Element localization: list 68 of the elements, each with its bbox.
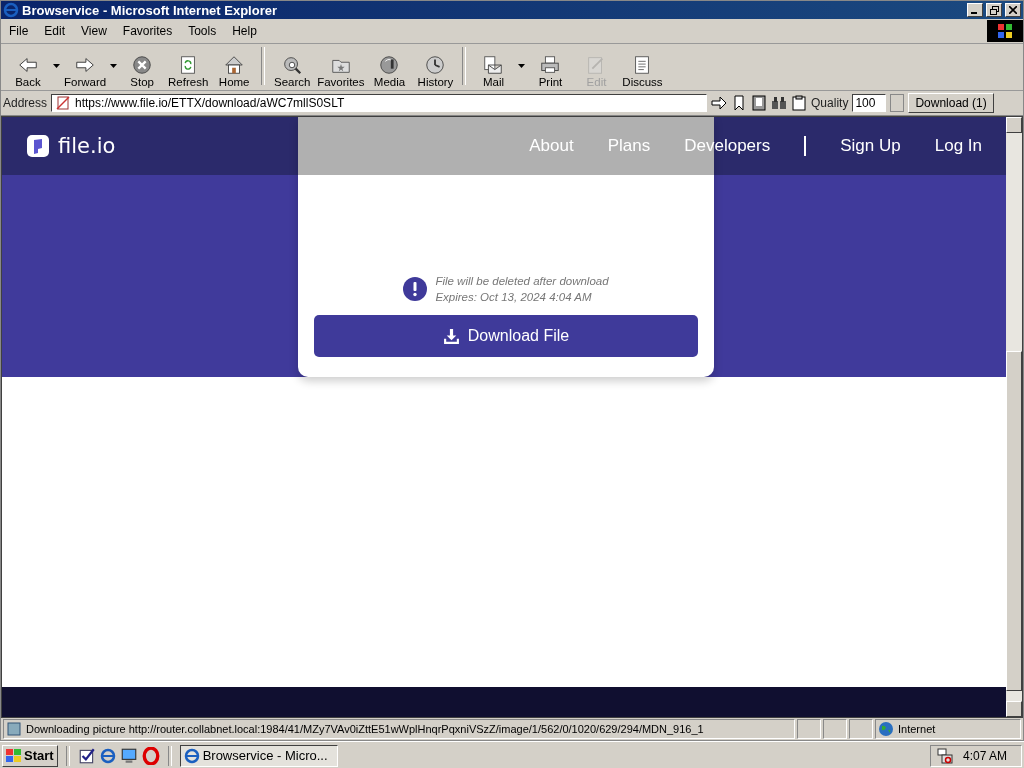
- toolbar-button[interactable]: Back: [5, 54, 51, 88]
- logo-icon: [26, 134, 50, 158]
- go-arrow-icon[interactable]: [711, 95, 728, 111]
- binoculars-icon[interactable]: [771, 95, 788, 111]
- stop-icon: [131, 54, 154, 76]
- download-button[interactable]: Download (1): [908, 93, 994, 113]
- menu-item[interactable]: Tools: [180, 24, 225, 38]
- page-icon: [6, 721, 22, 737]
- toolbar-button[interactable]: Home: [211, 54, 258, 88]
- download-file-button[interactable]: Download File: [314, 315, 698, 357]
- caret-icon[interactable]: [53, 64, 60, 68]
- exclamation-icon: [403, 277, 428, 301]
- network-icon[interactable]: [937, 747, 953, 764]
- windows-logo-icon: [6, 748, 22, 763]
- address-label: Address: [3, 96, 48, 110]
- status-text: Downloading picture http://router.collabnet.local:1984/41/MZy7VAv0iZttE51wWplHnqrPqxniVSzZ/image/1/562/0/1020/629/294/MDN_916_1: [26, 723, 704, 735]
- toolbar-button[interactable]: Discuss: [619, 54, 666, 88]
- toolbar-button[interactable]: Refresh: [165, 54, 212, 88]
- restore-icon: [989, 5, 999, 15]
- clock-icon: [424, 54, 447, 76]
- caret-icon[interactable]: [518, 64, 526, 68]
- menu-item[interactable]: Favorites: [114, 24, 181, 38]
- caret-icon[interactable]: [110, 64, 118, 68]
- notice-text: Expires: Oct 13, 2024 4:04 AM: [435, 290, 593, 305]
- clipboard-icon[interactable]: [791, 95, 808, 111]
- search-icon: [281, 54, 304, 76]
- nav-link[interactable]: Sign Up: [840, 136, 901, 156]
- quality-field[interactable]: 100: [852, 94, 887, 112]
- quality-label: Quality: [811, 96, 849, 110]
- zone-text: Internet: [898, 723, 936, 735]
- menu-item[interactable]: File: [1, 24, 37, 38]
- toolbar-button[interactable]: Search: [269, 54, 316, 88]
- toolbar-button[interactable]: Print: [527, 54, 574, 88]
- toolbar-button[interactable]: Stop: [119, 54, 166, 88]
- printer-icon: [539, 54, 562, 76]
- house-icon: [223, 54, 246, 76]
- picture-icon[interactable]: [751, 95, 768, 111]
- toolbar-button[interactable]: Media: [366, 54, 413, 88]
- close-button[interactable]: [1005, 3, 1021, 17]
- browser-icon: [3, 2, 19, 18]
- restore-button[interactable]: [986, 3, 1002, 17]
- scrollbar[interactable]: [1006, 117, 1022, 717]
- browser-icon: [183, 747, 200, 764]
- close-icon: [1009, 6, 1017, 14]
- globe-icon: [878, 721, 894, 737]
- taskbar-button[interactable]: Browservice - Micro...: [179, 744, 338, 767]
- download-icon: [442, 327, 460, 345]
- clock: 4:07 AM: [963, 748, 1008, 763]
- toolbar-button[interactable]: Forward: [62, 54, 109, 88]
- notice-text: File will be deleted after download: [435, 274, 609, 289]
- start-button[interactable]: Start: [2, 744, 58, 767]
- browser-icon: [99, 747, 116, 764]
- disc-icon: [378, 54, 401, 76]
- nav-link[interactable]: Log In: [934, 136, 982, 156]
- toolbar-button[interactable]: History: [412, 54, 459, 88]
- opera-icon[interactable]: [141, 746, 160, 765]
- menu-item[interactable]: View: [73, 24, 115, 38]
- broken-page-icon: [55, 95, 72, 111]
- toolbar-button[interactable]: Favorites: [315, 54, 367, 88]
- toolbar-button[interactable]: Mail: [470, 54, 517, 88]
- window-title: Browservice - Microsoft Internet Explorer: [22, 2, 278, 18]
- menu-item[interactable]: Help: [224, 24, 265, 38]
- logo-text[interactable]: file.io: [58, 134, 116, 158]
- monitor-icon[interactable]: [119, 746, 138, 765]
- minimize-button[interactable]: [967, 3, 983, 17]
- checklist-icon[interactable]: [77, 746, 96, 765]
- envelope-icon: [482, 54, 505, 76]
- menu-item[interactable]: Edit: [36, 24, 74, 38]
